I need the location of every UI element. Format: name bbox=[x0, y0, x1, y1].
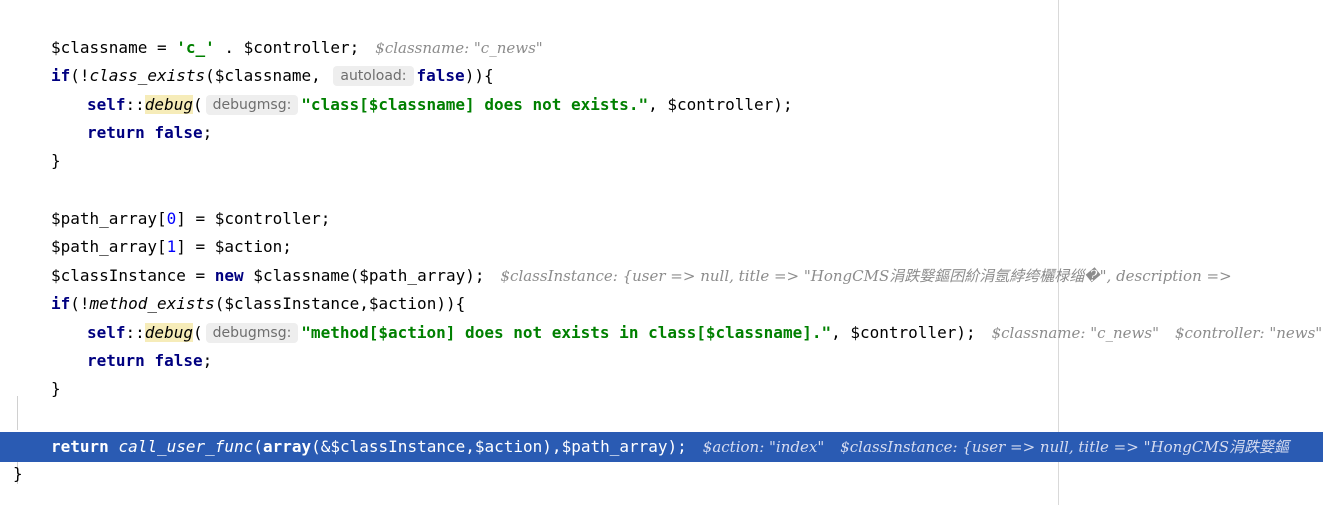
highlighted-identifier: debug bbox=[144, 95, 193, 114]
debug-value-inlay: $action: "index" bbox=[702, 438, 825, 456]
debug-value-inlay: $classInstance: {user => null, title => … bbox=[840, 438, 1289, 456]
debug-value-inlay: $classname: "c_news" bbox=[991, 324, 1159, 342]
code-line[interactable]: if(!class_exists($classname, autoload: fa… bbox=[0, 62, 1323, 90]
code-line[interactable]: } bbox=[0, 375, 1323, 403]
code-line[interactable]: if(!method_exists($classInstance,$action… bbox=[0, 290, 1323, 318]
current-execution-line[interactable]: return call_user_func(array(&$classInsta… bbox=[0, 432, 1323, 462]
parameter-hint: autoload: bbox=[333, 66, 414, 86]
debug-value-inlay: $classInstance: {user => null, title => … bbox=[500, 267, 1232, 285]
code-line[interactable]: } bbox=[0, 147, 1323, 175]
code-line[interactable]: $path_array[0] = $controller; bbox=[0, 205, 1323, 233]
parameter-hint: debugmsg: bbox=[205, 95, 299, 115]
code-line[interactable]: return false; bbox=[0, 347, 1323, 375]
code-line[interactable]: self::debug(debugmsg: "class[$classname] … bbox=[0, 91, 1323, 119]
code-line[interactable]: } bbox=[0, 460, 1323, 488]
highlighted-identifier: debug bbox=[144, 323, 193, 342]
code-line[interactable]: $classname = 'c_' . $controller; $classna… bbox=[0, 34, 1323, 62]
parameter-hint: debugmsg: bbox=[205, 323, 299, 343]
code-editor[interactable]: $classname = 'c_' . $controller; $classna… bbox=[0, 0, 1323, 505]
debug-value-inlay: $classname: "c_news" bbox=[375, 39, 543, 57]
code-line[interactable]: $classInstance = new $classname($path_ar… bbox=[0, 262, 1323, 290]
code-line[interactable]: return false; bbox=[0, 119, 1323, 147]
debug-value-inlay: $controller: "news" bbox=[1175, 324, 1323, 342]
code-line[interactable]: $path_array[1] = $action; bbox=[0, 233, 1323, 261]
code-line[interactable]: self::debug(debugmsg: "method[$action] do… bbox=[0, 319, 1323, 347]
